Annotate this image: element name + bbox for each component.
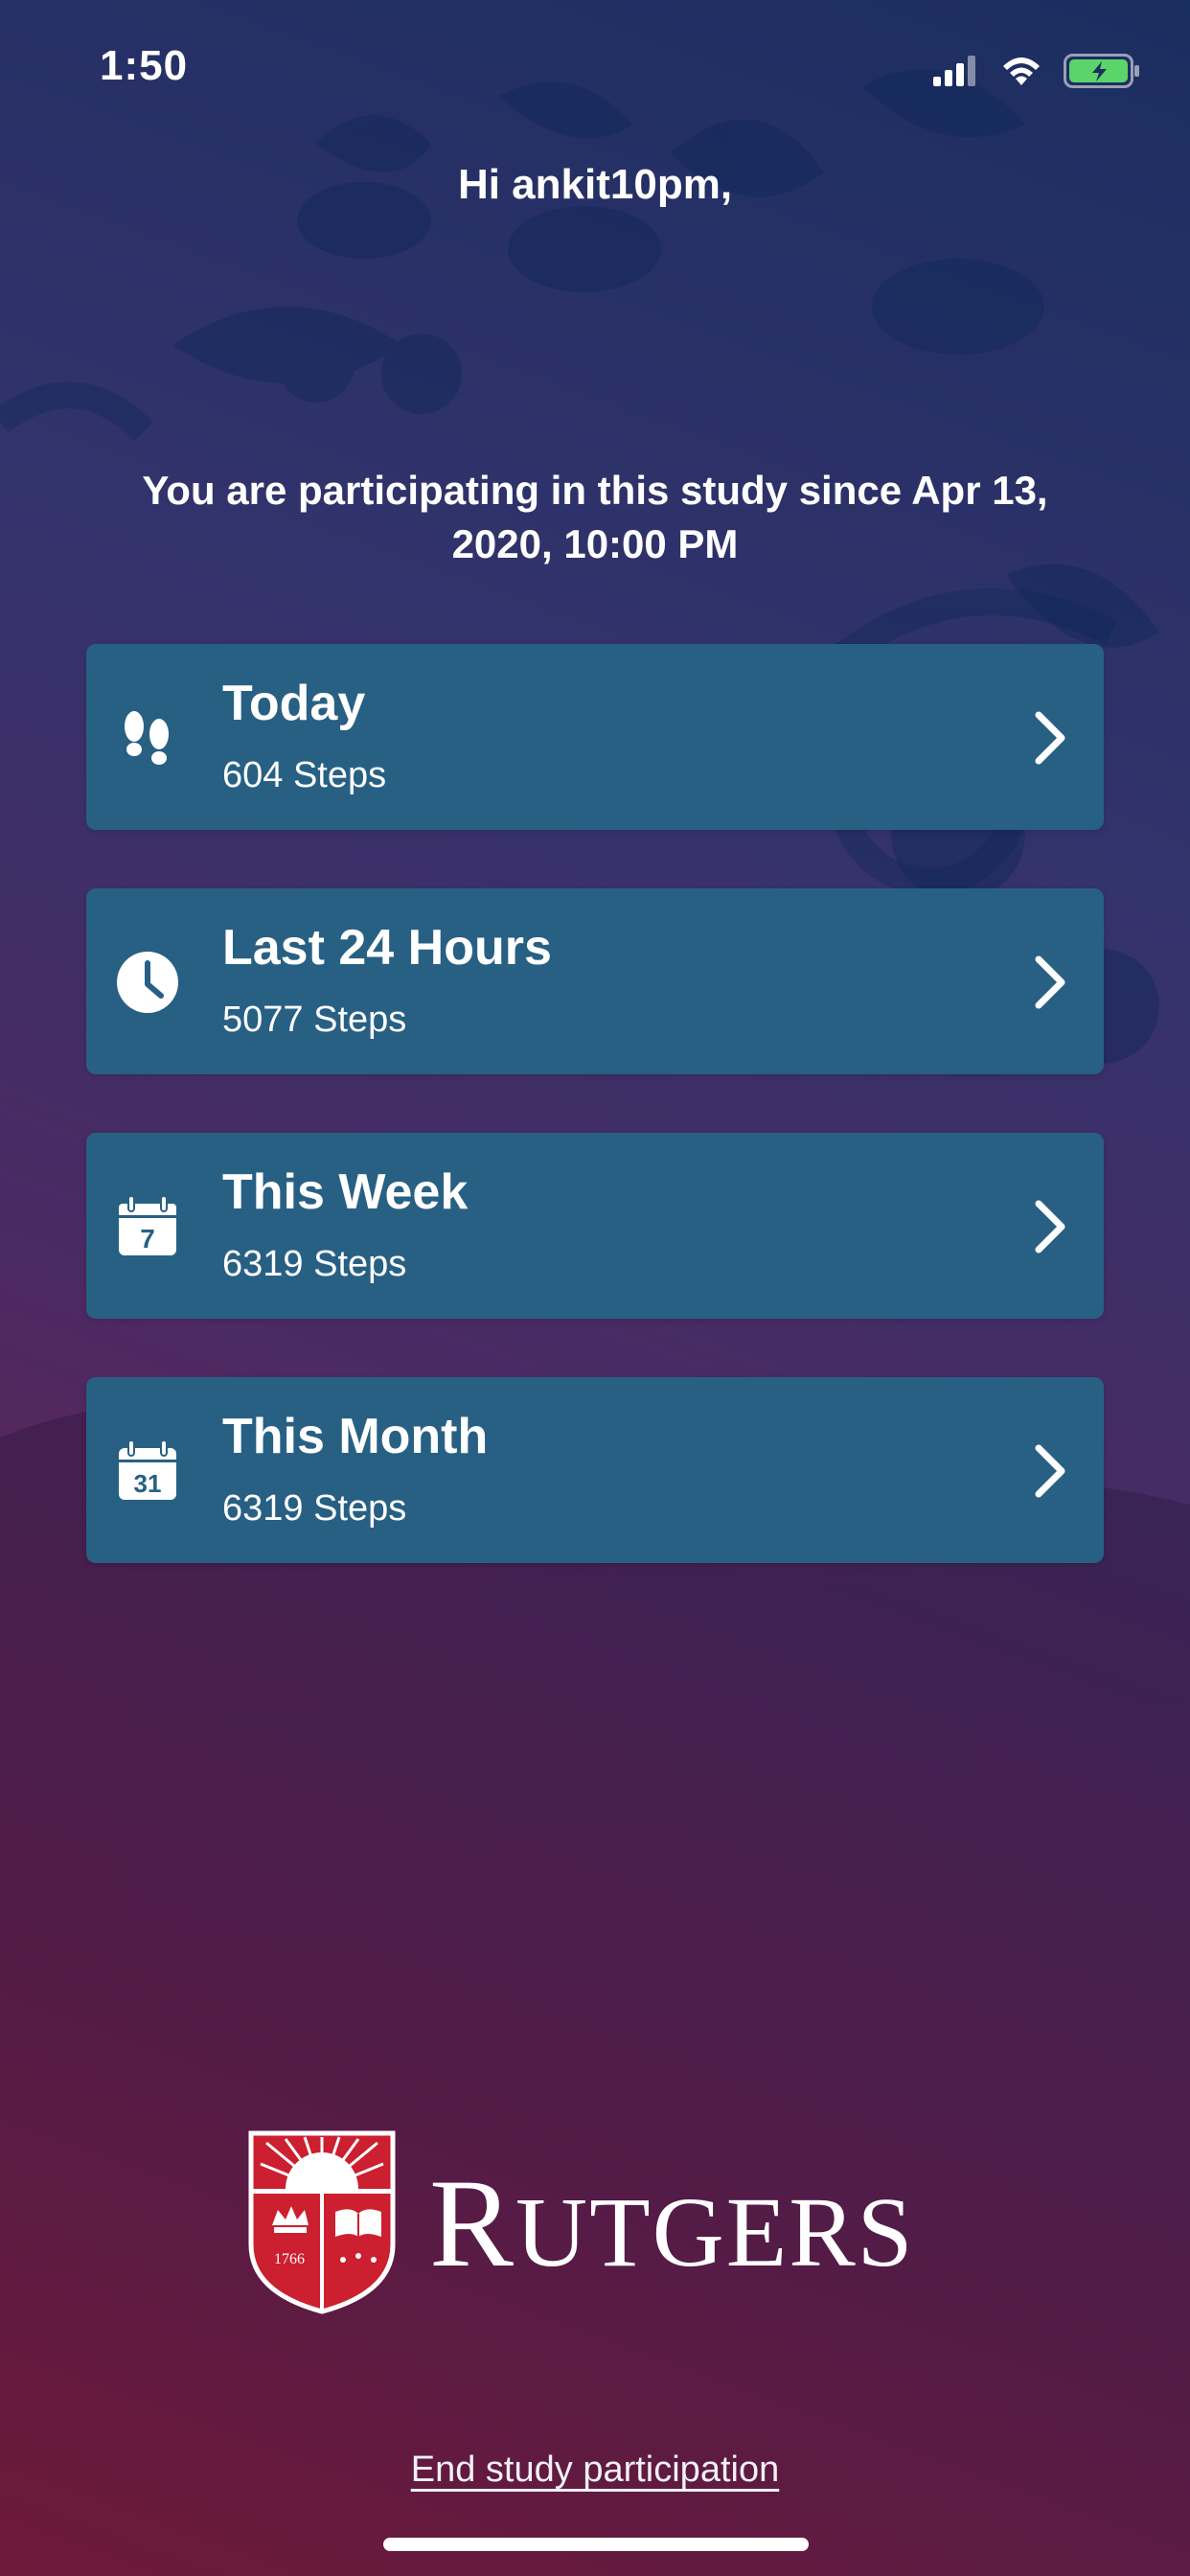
greeting-text: Hi ankit10pm,	[457, 161, 733, 208]
status-bar: 1:50	[0, 0, 1190, 134]
rutgers-shield-icon: 1766	[248, 2130, 396, 2314]
battery-charging-icon	[1064, 54, 1139, 88]
card-steps: 604 Steps	[222, 755, 387, 795]
rutgers-wordmark: RUTGERS	[429, 2156, 915, 2300]
footsteps-icon	[125, 711, 169, 765]
card-steps: 6319 Steps	[222, 1488, 407, 1529]
cellular-signal-icon	[933, 56, 975, 86]
home-indicator[interactable]	[383, 2538, 809, 2551]
shield-year: 1766	[274, 2251, 305, 2267]
participation-info: You are participating in this study sinc…	[142, 468, 1048, 566]
wifi-icon	[1003, 58, 1040, 85]
status-time: 1:50	[100, 42, 189, 89]
chevron-right-icon	[1035, 1200, 1065, 1254]
card-title: Today	[222, 676, 366, 731]
last-24-hours-steps-card[interactable]: Last 24 Hours 5077 Steps	[86, 888, 1104, 1074]
this-week-steps-card[interactable]: 7 This Week 6319 Steps	[86, 1133, 1104, 1319]
wordmark-rest: UTGERS	[515, 2177, 915, 2288]
chevron-right-icon	[1035, 711, 1065, 765]
card-title: This Month	[222, 1409, 489, 1464]
calendar-number: 7	[140, 1224, 155, 1254]
status-icons	[933, 54, 1142, 88]
card-steps: 6319 Steps	[222, 1244, 407, 1284]
end-study-container: End study participation	[0, 2450, 1190, 2491]
card-title: Last 24 Hours	[222, 920, 552, 976]
card-steps: 5077 Steps	[222, 1000, 407, 1040]
clock-icon	[117, 952, 178, 1013]
calendar-month-icon: 31	[119, 1439, 176, 1500]
card-title: This Week	[222, 1164, 469, 1220]
today-steps-card[interactable]: Today 604 Steps	[86, 644, 1104, 830]
wordmark-initial: R	[429, 2152, 516, 2293]
chevron-right-icon	[1035, 1444, 1065, 1498]
calendar-number: 31	[134, 1469, 162, 1498]
chevron-right-icon	[1035, 955, 1065, 1009]
step-summary-list: Today 604 Steps Last 24 Hours 5077 Steps…	[86, 644, 1104, 1622]
this-month-steps-card[interactable]: 31 This Month 6319 Steps	[86, 1377, 1104, 1563]
end-study-participation-link[interactable]: End study participation	[411, 2450, 779, 2490]
calendar-week-icon: 7	[119, 1195, 176, 1255]
rutgers-logo: 1766 RUTGERS	[247, 2129, 956, 2321]
